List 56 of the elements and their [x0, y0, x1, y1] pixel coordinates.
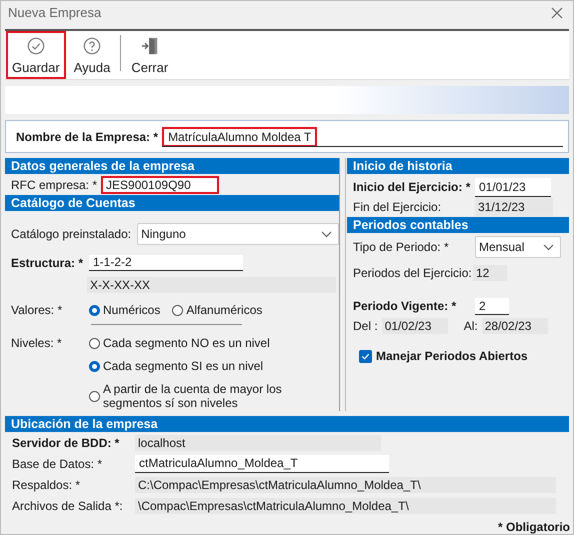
radio-option[interactable]: Cada segmento SI es un nivel	[89, 359, 283, 374]
required-note: * Obligatorio	[498, 520, 570, 534]
section-header: Periodos contables	[347, 217, 569, 234]
radio-option[interactable]: A partir de la cuenta de mayor los segmentos sí son niveles	[89, 382, 283, 410]
check-circle-icon	[26, 36, 46, 55]
radio-option[interactable]: Cada segmento NO es un nivel	[89, 336, 283, 350]
field-label: Periodo Vigente: *	[353, 299, 458, 314]
period-type-dropdown[interactable]: Mensual	[475, 236, 561, 258]
section-header: Datos generales de la empresa	[5, 158, 339, 174]
period-field[interactable]: 2	[475, 298, 509, 315]
field-label: Periodos del Ejercicio:	[353, 266, 469, 280]
toolbar-button[interactable]: Ayuda	[68, 30, 116, 79]
field-label: Al:	[464, 319, 478, 334]
date-value: 01/02/23	[382, 318, 448, 334]
help-icon	[82, 36, 102, 55]
path-value: C:\Compac\Empresas\ctMatriculaAlumno_Moldea_T\	[135, 476, 556, 492]
field-label: Fin del Ejercicio:	[353, 200, 442, 214]
toolbar-button[interactable]: Guardar	[6, 30, 66, 79]
name-field[interactable]: MatrículaAlumno Moldea T	[162, 126, 318, 146]
date-field[interactable]: 01/01/23	[475, 178, 551, 197]
field-value: localhost	[135, 434, 381, 450]
chevron-down-icon	[321, 230, 332, 238]
field-label: Estructura: *	[11, 256, 84, 270]
field-label: Inicio del Ejercicio: *	[353, 180, 471, 194]
field-label: Nombre de la Empresa: *	[16, 130, 158, 144]
count-value: 12	[473, 265, 507, 282]
field-label: RFC empresa: *	[11, 178, 98, 192]
radio-option[interactable]: Alfanuméricos	[172, 303, 262, 318]
close-icon	[551, 6, 563, 19]
mask-value: X-X-XX-XX	[87, 277, 336, 294]
date-value: 31/12/23	[475, 198, 553, 216]
field-label: Niveles: *	[11, 336, 63, 350]
structure-field[interactable]: 1-1-2-2	[89, 254, 243, 271]
field-label: Catálogo preinstalado:	[11, 227, 132, 242]
close-button[interactable]	[549, 4, 565, 21]
section-header: Ubicación de la empresa	[5, 416, 569, 432]
field-label: Respaldos: *	[12, 478, 82, 492]
field-label: Archivos de Salida *:	[12, 498, 124, 512]
toolbar-button[interactable]: Cerrar	[125, 30, 174, 79]
field-label: Servidor de BDD: *	[12, 436, 120, 450]
section-header: Inicio de historia	[347, 158, 569, 174]
database-field[interactable]: ctMatriculaAlumno_Moldea_T	[135, 454, 389, 472]
window-title: Nueva Empresa	[8, 5, 102, 20]
radio-option[interactable]: Numéricos	[89, 303, 160, 318]
chevron-down-icon	[543, 244, 554, 251]
path-value: \Compac\Empresas\ctMatriculaAlumno_Moldea_T\	[135, 498, 556, 514]
rfc-field[interactable]: JES900109Q90	[101, 176, 220, 194]
open-periods-checkbox[interactable]: Manejar Periodos Abiertos	[359, 349, 528, 364]
field-label: Tipo de Periodo: *	[353, 240, 450, 254]
field-label: Del :	[353, 319, 378, 334]
section-header: Catálogo de Cuentas	[5, 195, 339, 212]
door-icon	[140, 36, 160, 55]
date-value: 28/02/23	[482, 318, 548, 334]
field-label: Valores: *	[11, 303, 64, 318]
catalog-dropdown[interactable]: Ninguno	[137, 223, 339, 246]
field-label: Base de Datos: *	[12, 456, 104, 470]
